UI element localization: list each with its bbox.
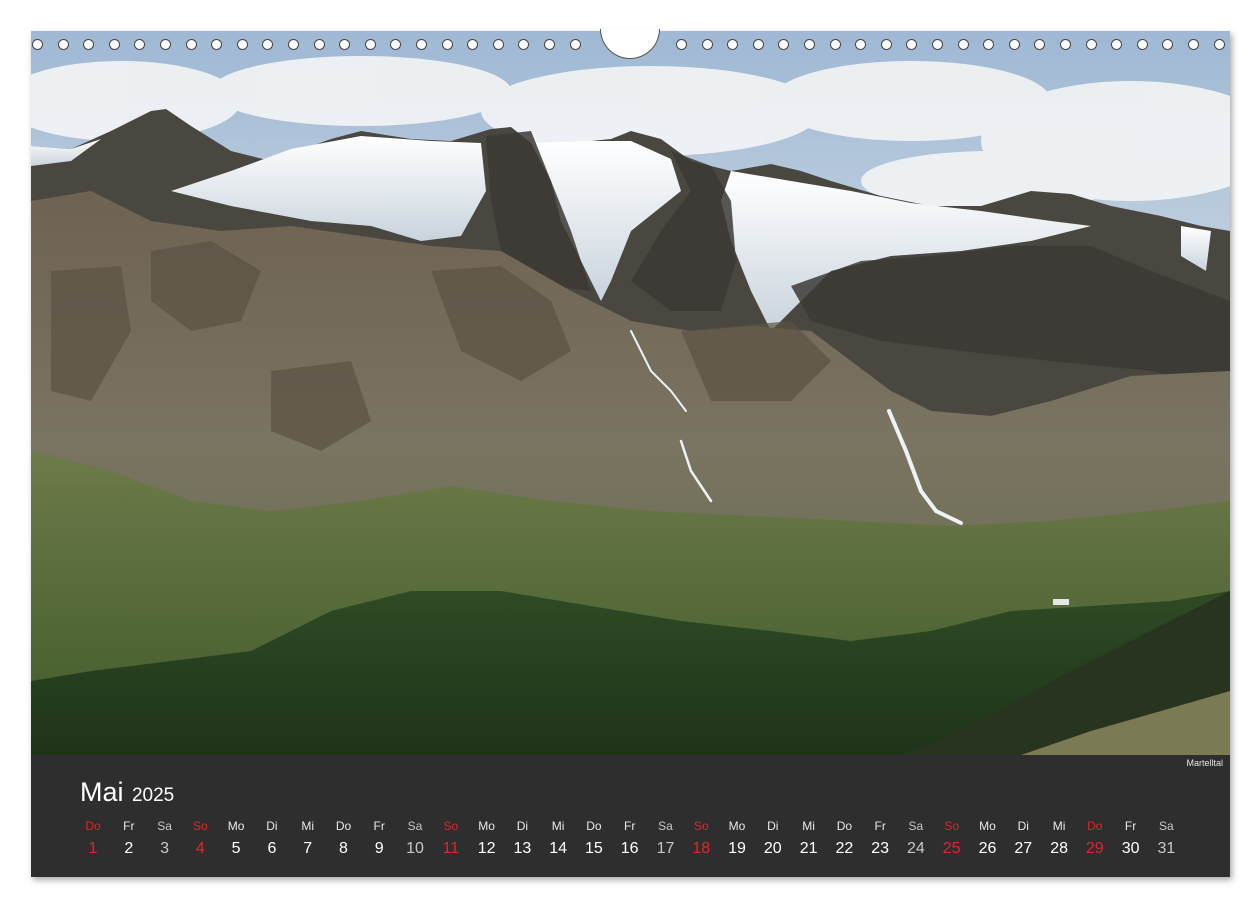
weekday-label: So bbox=[693, 819, 709, 833]
day-number: 23 bbox=[871, 840, 890, 857]
weekday-label: So bbox=[443, 819, 459, 833]
day-number: 13 bbox=[513, 840, 532, 857]
day-number: 10 bbox=[406, 840, 424, 857]
weekday-label: Fr bbox=[1124, 819, 1137, 833]
day-number: 5 bbox=[231, 840, 241, 857]
weekday-label: Mo bbox=[728, 819, 746, 833]
day-number: 18 bbox=[692, 840, 711, 857]
calendar-page: Martelltal Mai 2025 Do 1 Fr 2 Sa 3 So 4 Mo 5 Di 6 Mi… bbox=[31, 29, 1230, 877]
day-number: 19 bbox=[728, 840, 746, 857]
day-number: 11 bbox=[442, 840, 460, 857]
weekday-label: Di bbox=[767, 819, 779, 833]
day-number: 14 bbox=[549, 840, 567, 857]
day-strip: Do 1 Fr 2 Sa 3 So 4 Mo 5 Di 6 Mi 7 Do 8 Fr 9 Sa 10 So 11 Mo 12 D… bbox=[31, 31, 1230, 877]
weekday-label: So bbox=[192, 819, 208, 833]
weekday-label: Di bbox=[516, 819, 529, 833]
weekday-label: Do bbox=[335, 819, 352, 833]
weekday-label: Sa bbox=[157, 819, 172, 833]
day-number: 2 bbox=[124, 840, 134, 857]
weekday-label: Sa bbox=[908, 819, 924, 833]
day-number: 4 bbox=[195, 840, 205, 857]
day-number: 31 bbox=[1157, 840, 1176, 857]
weekday-label: Di bbox=[1017, 819, 1029, 833]
weekday-label: Mi bbox=[802, 819, 815, 833]
day-number: 28 bbox=[1050, 840, 1068, 857]
day-number: 20 bbox=[763, 840, 782, 857]
weekday-label: Mi bbox=[301, 819, 315, 833]
day-number: 22 bbox=[835, 840, 854, 857]
weekday-label: Mo bbox=[227, 819, 245, 833]
weekday-label: Do bbox=[586, 819, 602, 833]
day-number: 26 bbox=[978, 840, 997, 857]
weekday-label: Fr bbox=[624, 819, 636, 833]
weekday-label: Fr bbox=[123, 819, 135, 833]
weekday-label: Do bbox=[85, 819, 101, 833]
weekday-label: Mo bbox=[979, 819, 996, 833]
day-number: 9 bbox=[374, 840, 384, 857]
day-number: 16 bbox=[620, 840, 639, 857]
day-number: 12 bbox=[477, 840, 496, 857]
day-number: 17 bbox=[656, 840, 675, 857]
weekday-label: Do bbox=[1087, 819, 1103, 833]
weekday-label: Sa bbox=[658, 819, 673, 833]
weekday-label: Fr bbox=[874, 819, 886, 833]
weekday-label: So bbox=[944, 819, 960, 833]
day-number: 24 bbox=[906, 840, 925, 857]
weekday-label: Di bbox=[266, 819, 278, 833]
weekday-label: Fr bbox=[373, 819, 385, 833]
day-number: 27 bbox=[1014, 840, 1033, 857]
day-number: 15 bbox=[584, 840, 603, 857]
day-number: 29 bbox=[1085, 840, 1104, 857]
weekday-label: Mi bbox=[1052, 819, 1066, 833]
day-number: 30 bbox=[1121, 840, 1140, 857]
weekday-label: Do bbox=[836, 819, 853, 833]
weekday-label: Mo bbox=[478, 819, 495, 833]
weekday-label: Sa bbox=[407, 819, 423, 833]
day-number: 21 bbox=[799, 840, 818, 857]
day-number: 3 bbox=[160, 840, 170, 857]
day-number: 6 bbox=[267, 840, 277, 857]
day-number: 7 bbox=[303, 840, 313, 857]
day-number: 8 bbox=[339, 840, 348, 857]
weekday-label: Sa bbox=[1159, 819, 1174, 833]
day-number: 1 bbox=[88, 840, 98, 857]
weekday-label: Mi bbox=[551, 819, 565, 833]
day-number: 25 bbox=[942, 840, 961, 857]
